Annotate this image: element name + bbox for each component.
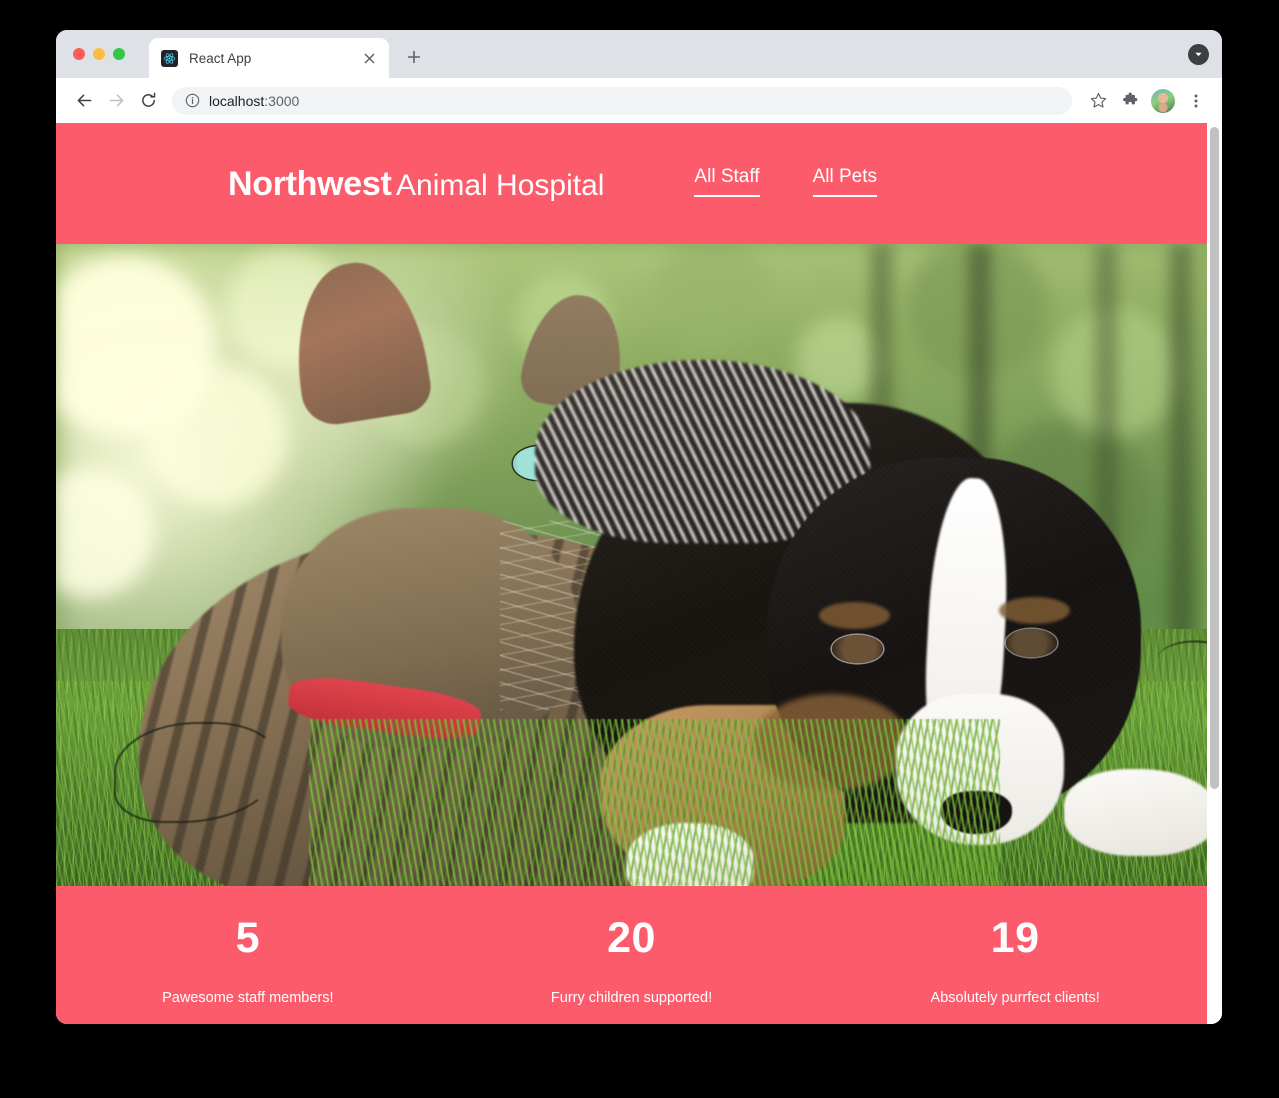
minimize-window-button[interactable]	[93, 48, 105, 60]
browser-tab[interactable]: React App	[149, 38, 389, 78]
hero-foreground-grass	[309, 719, 1000, 886]
tab-title: React App	[189, 50, 252, 66]
dog-background-wire	[1149, 631, 1207, 703]
chevron-down-circle-icon[interactable]	[1188, 44, 1209, 65]
site-header: Northwest Animal Hospital All Staff All …	[56, 123, 1207, 244]
browser-toolbar: localhost:3000	[56, 78, 1222, 123]
stat-card-staff: 5 Pawesome staff members!	[56, 913, 440, 1006]
close-icon[interactable]	[359, 48, 379, 68]
address-bar-url: localhost:3000	[209, 93, 299, 109]
stat-number: 5	[235, 913, 261, 962]
dog-eye-left	[831, 634, 884, 663]
stat-card-clients: 19 Absolutely purrfect clients!	[823, 913, 1207, 1006]
site-nav: All Staff All Pets	[694, 166, 877, 200]
stat-label: Pawesome staff members!	[162, 989, 334, 1006]
page-scrollbar-thumb[interactable]	[1210, 127, 1219, 789]
star-icon[interactable]	[1083, 86, 1113, 116]
url-host: localhost	[209, 92, 265, 109]
brand-name: Northwest	[228, 164, 392, 203]
three-dot-menu-icon[interactable]	[1181, 86, 1211, 116]
stat-label: Absolutely purrfect clients!	[930, 989, 1100, 1006]
dog-brow-right	[999, 596, 1071, 624]
page-scrollbar-track[interactable]	[1207, 123, 1222, 1024]
maximize-window-button[interactable]	[113, 48, 125, 60]
stat-number: 19	[990, 913, 1040, 962]
react-logo-icon	[161, 49, 178, 67]
url-port: :3000	[264, 92, 300, 109]
stat-card-pets: 20 Furry children supported!	[440, 913, 824, 1006]
plus-icon[interactable]	[400, 43, 428, 71]
back-arrow-icon[interactable]	[69, 86, 99, 116]
stat-label: Furry children supported!	[550, 989, 713, 1006]
nav-link-all-staff[interactable]: All Staff	[694, 166, 760, 197]
stat-number: 20	[607, 913, 656, 962]
site-brand: Northwest Animal Hospital	[228, 167, 604, 201]
browser-window: React App localhost:3000 Northwest Anima…	[56, 30, 1222, 1024]
info-circle-icon[interactable]	[185, 93, 200, 108]
hero-image	[56, 244, 1207, 886]
close-window-button[interactable]	[73, 48, 85, 60]
page-viewport: Northwest Animal Hospital All Staff All …	[56, 123, 1222, 1024]
dog-paw-right	[1063, 769, 1207, 856]
stats-section: 5 Pawesome staff members! 20 Furry child…	[56, 886, 1207, 1024]
profile-avatar-icon[interactable]	[1151, 88, 1175, 113]
address-bar[interactable]: localhost:3000	[172, 86, 1072, 115]
puzzle-piece-icon[interactable]	[1115, 86, 1145, 116]
tab-strip: React App	[56, 30, 1222, 78]
page-content: Northwest Animal Hospital All Staff All …	[56, 123, 1207, 1024]
dog-brow-left	[818, 602, 890, 630]
reload-icon[interactable]	[133, 86, 163, 116]
brand-tagline: Animal Hospital	[396, 168, 605, 202]
window-controls	[73, 30, 125, 78]
nav-link-all-pets[interactable]: All Pets	[812, 166, 877, 197]
forward-arrow-icon	[101, 86, 131, 116]
